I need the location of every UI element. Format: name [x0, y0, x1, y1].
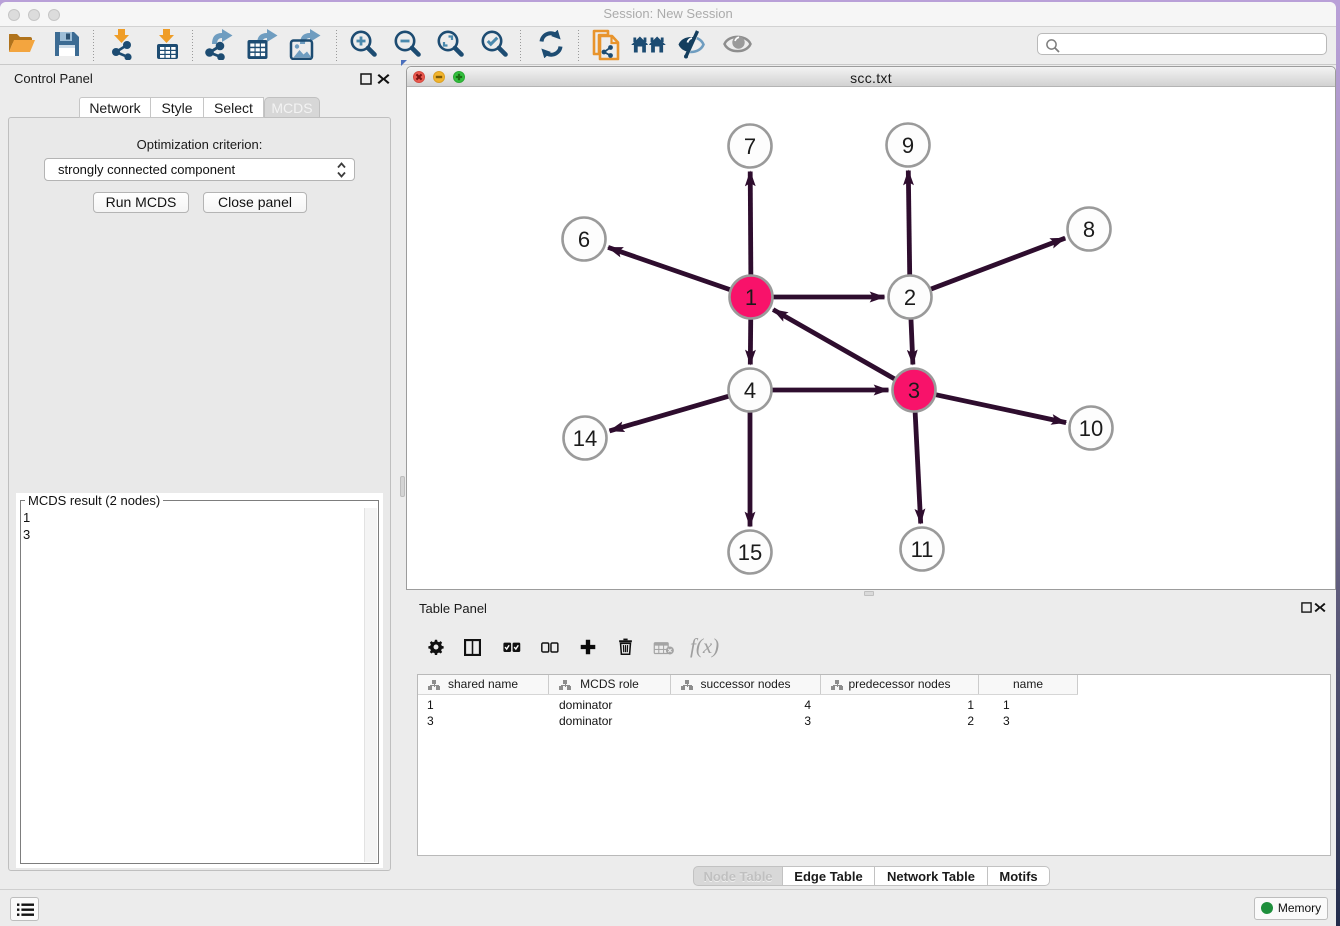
svg-text:2: 2 — [904, 285, 916, 310]
svg-text:7: 7 — [744, 134, 756, 159]
svg-text:11: 11 — [911, 537, 934, 562]
svg-text:4: 4 — [744, 378, 756, 403]
svg-text:8: 8 — [1083, 217, 1095, 242]
svg-text:14: 14 — [573, 426, 597, 451]
svg-text:15: 15 — [738, 540, 762, 565]
svg-text:10: 10 — [1079, 416, 1103, 441]
svg-text:1: 1 — [745, 285, 757, 310]
svg-text:9: 9 — [902, 133, 914, 158]
svg-text:6: 6 — [578, 227, 590, 252]
svg-text:3: 3 — [908, 378, 920, 403]
